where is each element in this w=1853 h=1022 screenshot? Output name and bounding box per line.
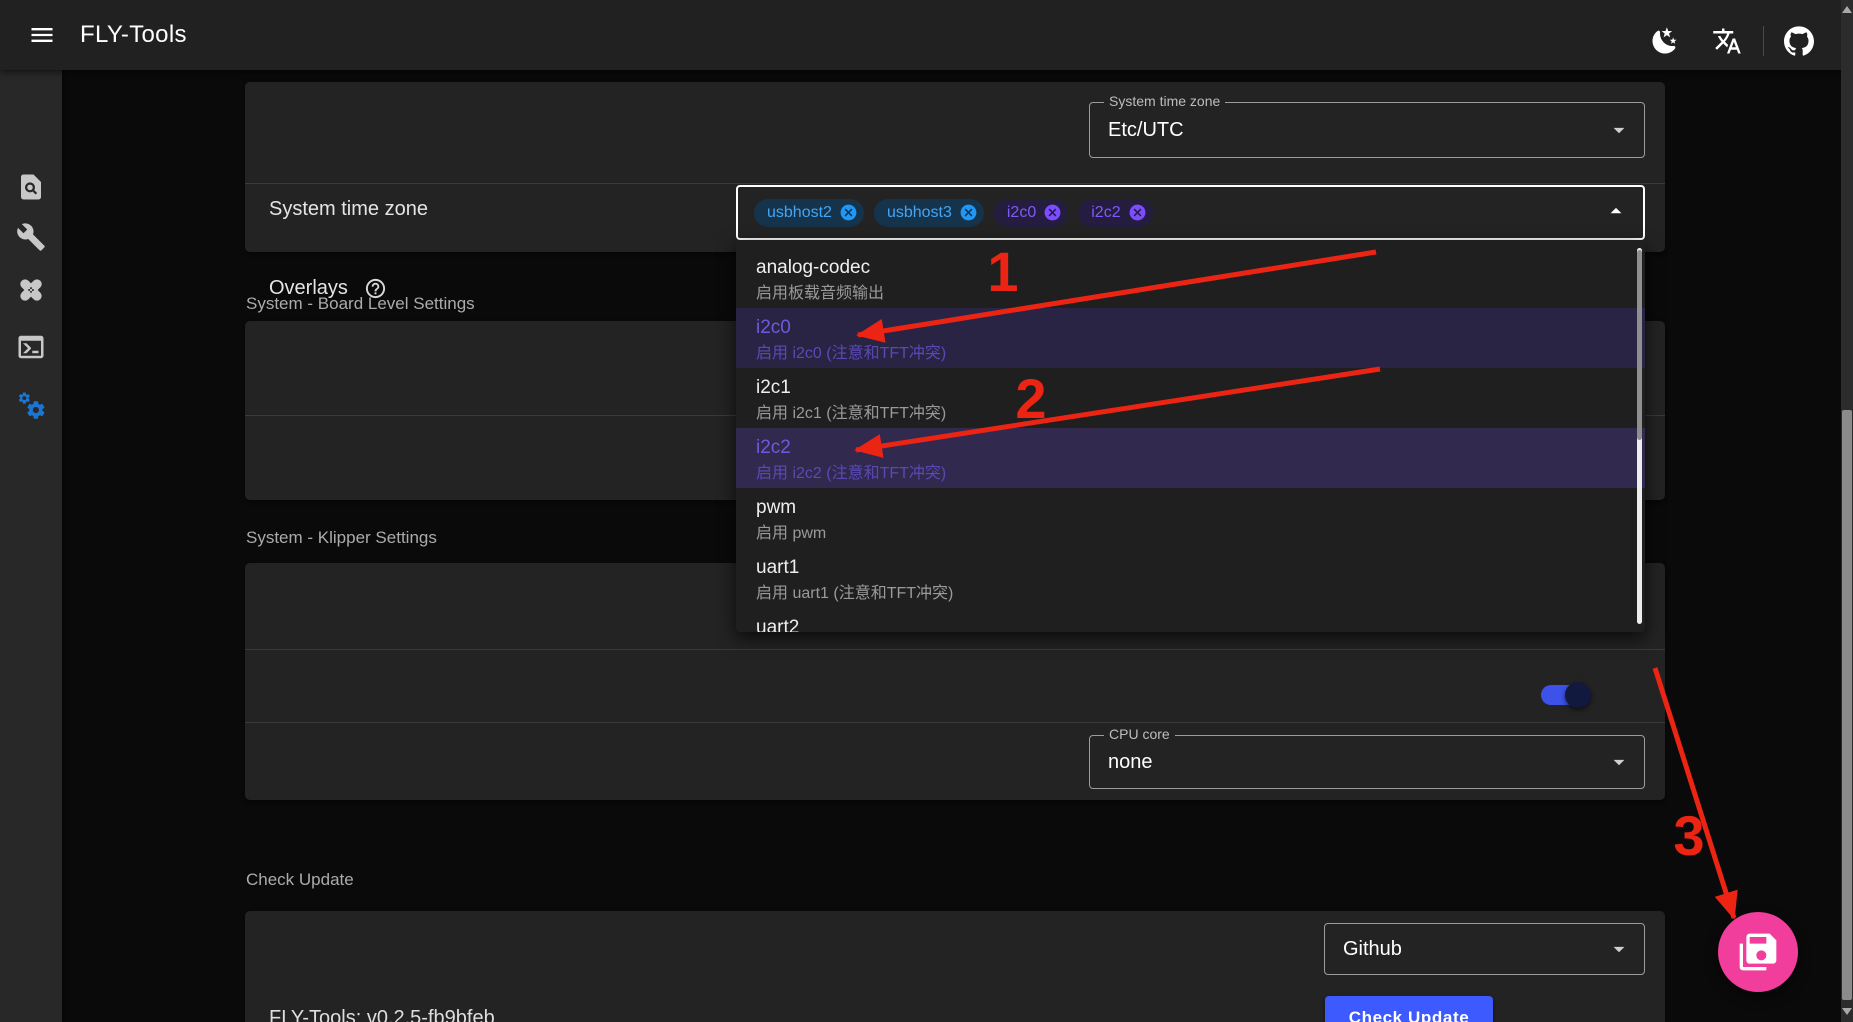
chevron-up-icon [1603, 197, 1629, 228]
section-header-klipper: System - Klipper Settings [246, 528, 437, 548]
section-header-board: System - Board Level Settings [246, 294, 475, 314]
scrollbar-up-arrow[interactable] [1842, 6, 1852, 13]
app-bar: FLY-Tools [0, 0, 1853, 70]
appbar-divider [1763, 26, 1764, 56]
console-icon [16, 332, 46, 362]
chip-close-icon[interactable] [1043, 203, 1062, 222]
card-system-general: System time zone System time zone Etc/UT… [245, 82, 1665, 252]
scrollbar-down-arrow[interactable] [1842, 1008, 1852, 1015]
annotation-number-3: 3 [1673, 804, 1704, 867]
chevron-down-icon [1606, 936, 1632, 962]
menu-item-title: i2c1 [756, 375, 1625, 401]
overlays-dropdown-menu: analog-codec 启用板载音频输出 i2c0 启用 i2c0 (注意和T… [736, 240, 1645, 632]
menu-item-title: i2c0 [756, 315, 1625, 341]
save-all-icon [1738, 932, 1778, 972]
file-search-icon [16, 172, 46, 202]
menu-item-title: analog-codec [756, 255, 1625, 281]
card-check-update: Update channel Github FLY-Tools: v0.2.5-… [245, 911, 1665, 1022]
chip-close-icon[interactable] [1128, 203, 1147, 222]
version-text: FLY-Tools: v0.2.5-fb9bfeb [269, 1007, 495, 1022]
menu-item-subtitle: 启用 i2c1 (注意和TFT冲突) [756, 401, 1625, 426]
menu-item-i2c0-selected[interactable]: i2c0 启用 i2c0 (注意和TFT冲突) [736, 308, 1645, 368]
timezone-row-label: System time zone [269, 198, 428, 221]
chip-close-icon[interactable] [839, 203, 858, 222]
row-divider [245, 183, 1665, 184]
wrench-icon [16, 222, 46, 252]
menu-item-i2c2-selected[interactable]: i2c2 启用 i2c2 (注意和TFT冲突) [736, 428, 1645, 488]
channel-select-value: Github [1343, 938, 1402, 961]
chip-label: i2c2 [1091, 204, 1120, 222]
bandage-icon [16, 275, 46, 305]
menu-item-subtitle: 启用板载音频输出 [756, 281, 1625, 306]
chip-i2c0[interactable]: i2c0 [994, 199, 1068, 227]
scrollbar-thumb[interactable] [1842, 410, 1852, 1000]
sidebar-item-services-active[interactable] [16, 390, 46, 420]
chip-label: i2c0 [1007, 204, 1036, 222]
chip-close-icon[interactable] [959, 203, 978, 222]
menu-item-subtitle: 启用 uart1 (注意和TFT冲突) [756, 581, 1625, 606]
menu-item-subtitle: 启用 i2c2 (注意和TFT冲突) [756, 461, 1625, 486]
menu-item-subtitle: 启用 pwm [756, 521, 1625, 546]
menu-item-title: i2c2 [756, 435, 1625, 461]
sidebar-item-tools[interactable] [16, 222, 46, 252]
chevron-down-icon [1606, 117, 1632, 143]
menu-item-i2c1[interactable]: i2c1 启用 i2c1 (注意和TFT冲突) [736, 368, 1645, 428]
menu-scrollbar-thumb[interactable] [1637, 250, 1642, 440]
menu-item-uart2[interactable]: uart2 [736, 608, 1645, 632]
dark-mode-button[interactable] [1645, 21, 1685, 61]
menu-item-pwm[interactable]: pwm 启用 pwm [736, 488, 1645, 548]
chevron-down-icon [1606, 749, 1632, 775]
menu-item-title: uart1 [756, 555, 1625, 581]
cpu-core-select[interactable]: CPU core none [1089, 735, 1645, 789]
update-channel-select[interactable]: Github [1324, 923, 1645, 975]
github-button[interactable] [1779, 21, 1819, 61]
timezone-select[interactable]: System time zone Etc/UTC [1089, 102, 1645, 158]
sidebar-item-file-search[interactable] [16, 172, 46, 202]
section-header-update: Check Update [246, 870, 354, 890]
timezone-select-value: Etc/UTC [1108, 119, 1184, 142]
sidebar-item-patch[interactable] [16, 275, 46, 305]
cpu-select-label: CPU core [1104, 726, 1175, 742]
row-divider [245, 722, 1665, 723]
github-icon [1784, 26, 1814, 56]
fly-tools-app: FLY-Tools System time zone [0, 0, 1853, 1022]
translate-icon [1712, 26, 1742, 56]
sidebar-item-terminal[interactable] [16, 332, 46, 362]
chip-label: usbhost3 [887, 204, 952, 222]
annotation-arrow-3 [1655, 668, 1734, 918]
klipperscreen-toggle[interactable] [1541, 685, 1587, 705]
toggle-knob [1565, 682, 1591, 708]
check-update-button[interactable]: Check Update [1325, 996, 1493, 1022]
chip-label: usbhost2 [767, 204, 832, 222]
save-fab-button[interactable] [1718, 912, 1798, 992]
sidebar [0, 70, 62, 1022]
menu-item-uart1[interactable]: uart1 启用 uart1 (注意和TFT冲突) [736, 548, 1645, 608]
gears-icon [16, 390, 46, 420]
menu-item-subtitle: 启用 i2c0 (注意和TFT冲突) [756, 341, 1625, 366]
menu-item-title: uart2 [756, 615, 1625, 632]
hamburger-menu-button[interactable] [20, 13, 64, 57]
hamburger-icon [28, 21, 56, 49]
dark-mode-moon-icon [1650, 26, 1680, 56]
row-divider [245, 649, 1665, 650]
menu-item-title: pwm [756, 495, 1625, 521]
cpu-select-value: none [1108, 751, 1153, 774]
chip-i2c2[interactable]: i2c2 [1078, 199, 1152, 227]
overlays-multiselect[interactable]: usbhost2 usbhost3 i2c0 i2c2 [736, 185, 1645, 240]
chip-usbhost3[interactable]: usbhost3 [874, 199, 984, 227]
chip-usbhost2[interactable]: usbhost2 [754, 199, 864, 227]
timezone-select-label: System time zone [1104, 93, 1225, 109]
translate-button[interactable] [1707, 21, 1747, 61]
page-scrollbar[interactable] [1841, 0, 1853, 1022]
menu-item-analog-codec[interactable]: analog-codec 启用板载音频输出 [736, 248, 1645, 308]
app-title: FLY-Tools [80, 21, 187, 49]
